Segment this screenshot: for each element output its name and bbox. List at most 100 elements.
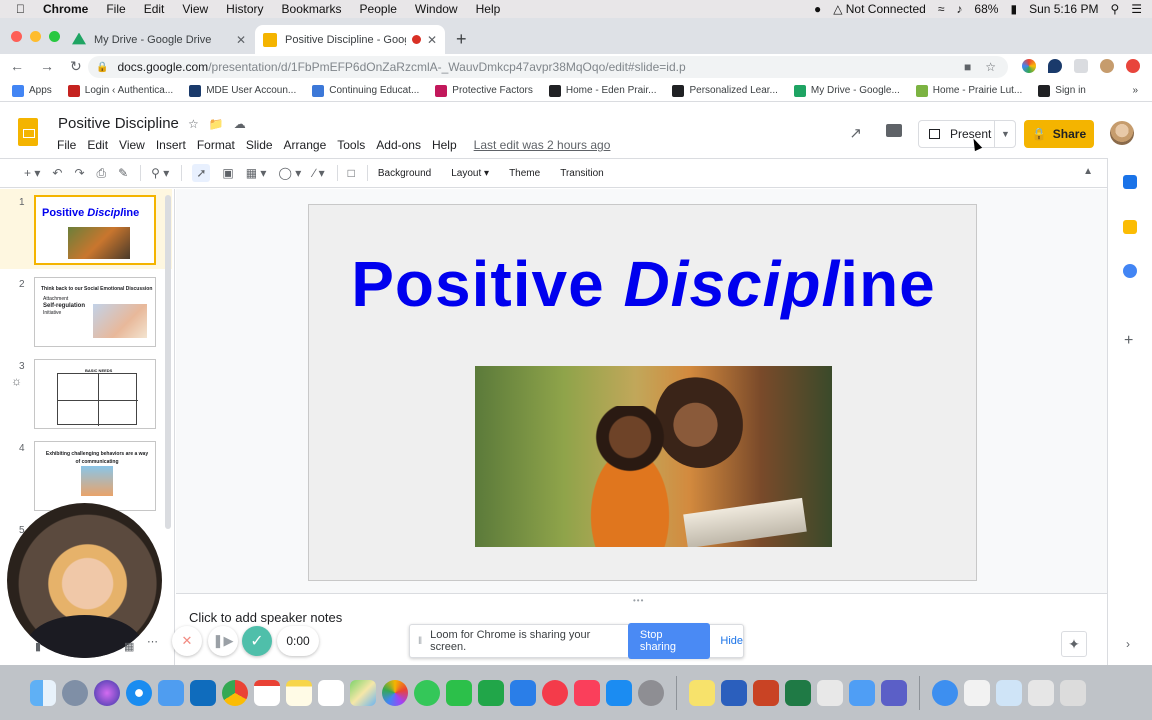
- comments-icon[interactable]: [886, 124, 902, 137]
- screenshot-folder-icon[interactable]: [996, 679, 1022, 706]
- menubar-app-name[interactable]: Chrome: [43, 2, 88, 16]
- music-icon[interactable]: [574, 679, 600, 706]
- menu-format[interactable]: Format: [197, 138, 235, 152]
- menubar-help[interactable]: Help: [476, 2, 501, 16]
- notes-resize-handle[interactable]: •••: [633, 596, 644, 605]
- last-edit-link[interactable]: Last edit was 2 hours ago: [474, 138, 611, 152]
- menubar-edit[interactable]: Edit: [144, 2, 165, 16]
- bookmark-star-icon[interactable]: ☆: [985, 60, 996, 74]
- safari-icon[interactable]: [126, 679, 152, 706]
- reload-icon[interactable]: ↻: [70, 58, 82, 75]
- bookmark-continuing-education[interactable]: Continuing Educat...: [312, 84, 419, 97]
- menubar-window[interactable]: Window: [415, 2, 458, 16]
- calendar-icon[interactable]: [1123, 175, 1137, 189]
- activity-dashboard-icon[interactable]: ↗: [849, 124, 862, 142]
- close-tab-icon[interactable]: ✕: [427, 33, 437, 47]
- notes-app-icon[interactable]: [286, 679, 312, 706]
- camera-icon[interactable]: ■: [964, 60, 971, 74]
- tab-positive-discipline[interactable]: Positive Discipline - Google ✕: [255, 25, 445, 54]
- redo-icon[interactable]: ↷: [74, 166, 84, 180]
- print-icon[interactable]: ⎙: [97, 166, 107, 181]
- loom-finish-check-button[interactable]: ✓: [242, 626, 272, 656]
- extension-color-wheel-icon[interactable]: [1022, 59, 1036, 73]
- slide-thumbnail-3[interactable]: 3 BASIC NEEDS: [0, 353, 172, 433]
- stop-sharing-button[interactable]: Stop sharing: [627, 623, 711, 659]
- system-preferences-icon[interactable]: [638, 679, 664, 706]
- loom-more-options-icon[interactable]: ⋯: [147, 635, 158, 648]
- wifi-icon[interactable]: ≈: [938, 2, 945, 16]
- facetime-icon[interactable]: [446, 679, 472, 706]
- photos-icon[interactable]: [382, 679, 408, 706]
- extension-grid-icon[interactable]: [1074, 59, 1088, 73]
- star-icon[interactable]: ☆: [188, 117, 199, 131]
- get-add-ons-plus-icon[interactable]: +: [1124, 332, 1133, 350]
- bookmark-login[interactable]: Login ‹ Authentica...: [67, 84, 173, 97]
- network-globe-icon[interactable]: [932, 679, 958, 706]
- paint-format-icon[interactable]: ✎: [118, 166, 128, 180]
- grid-view-icon[interactable]: ▦: [124, 640, 134, 653]
- document-title[interactable]: Positive Discipline: [58, 115, 179, 132]
- menu-arrange[interactable]: Arrange: [284, 138, 327, 152]
- transition-button[interactable]: Transition: [560, 168, 604, 179]
- bookmarks-overflow-icon[interactable]: »: [1132, 85, 1138, 96]
- keynote-icon[interactable]: [510, 679, 536, 706]
- menubar-view[interactable]: View: [182, 2, 208, 16]
- select-tool-icon[interactable]: ➚: [192, 164, 211, 182]
- menubar-people[interactable]: People: [360, 2, 397, 16]
- forward-icon[interactable]: →: [40, 58, 54, 75]
- control-center-icon[interactable]: ☰: [1131, 2, 1142, 16]
- insert-image-icon[interactable]: ▦ ▾: [246, 166, 267, 180]
- menu-file[interactable]: File: [57, 138, 76, 152]
- bookmark-protective-factors[interactable]: Protective Factors: [435, 84, 533, 97]
- siri-icon[interactable]: [94, 679, 120, 706]
- new-slide-button[interactable]: + ▾: [24, 166, 40, 180]
- minimize-window-button[interactable]: [30, 31, 41, 42]
- profile-avatar-icon[interactable]: [1100, 59, 1114, 73]
- address-bar[interactable]: 🔒 docs.google.com/presentation/d/1FbPmEF…: [88, 56, 1008, 78]
- document-stack-icon[interactable]: [964, 679, 990, 706]
- account-avatar[interactable]: [1110, 121, 1134, 145]
- word-icon[interactable]: [721, 679, 747, 706]
- undo-icon[interactable]: ↶: [52, 166, 62, 180]
- app-store-icon[interactable]: [606, 679, 632, 706]
- drag-handle-icon[interactable]: ‖: [418, 636, 422, 647]
- explore-icon[interactable]: ✦: [1061, 631, 1087, 657]
- loom-pause-button[interactable]: ❚▶: [208, 626, 238, 656]
- menubar-bookmarks[interactable]: Bookmarks: [282, 2, 342, 16]
- bookmark-mde[interactable]: MDE User Accoun...: [189, 84, 296, 97]
- slide-photo[interactable]: [475, 366, 832, 547]
- cloud-saved-icon[interactable]: ☁: [234, 117, 246, 131]
- slide-thumbnail-2[interactable]: 2 Think back to our Social Emotional Dis…: [0, 271, 172, 351]
- menu-tools[interactable]: Tools: [337, 138, 365, 152]
- hide-menus-chevron-up-icon[interactable]: ▲: [1083, 166, 1093, 177]
- preview-icon[interactable]: [817, 679, 843, 706]
- reminders-icon[interactable]: [318, 679, 344, 706]
- menubar-file[interactable]: File: [106, 2, 125, 16]
- close-window-button[interactable]: [11, 31, 22, 42]
- background-button[interactable]: Background: [378, 168, 431, 179]
- menu-edit[interactable]: Edit: [87, 138, 108, 152]
- bookmark-personalized-learning[interactable]: Personalized Lear...: [672, 84, 778, 97]
- teams-icon[interactable]: [881, 679, 907, 706]
- bookmark-apps[interactable]: Apps: [12, 84, 52, 97]
- speaker-notes-toggle-icon[interactable]: ☼: [11, 374, 22, 388]
- trash-icon[interactable]: [1060, 679, 1086, 706]
- insert-comment-icon[interactable]: □: [348, 166, 355, 180]
- slide-title[interactable]: Positive Discipline: [309, 247, 978, 321]
- google-slides-logo-icon[interactable]: [18, 118, 38, 146]
- hide-button[interactable]: Hide: [720, 635, 743, 647]
- loom-webcam-bubble[interactable]: [7, 503, 162, 658]
- menubar-history[interactable]: History: [226, 2, 263, 16]
- theme-button[interactable]: Theme: [509, 168, 540, 179]
- tab-my-drive[interactable]: My Drive - Google Drive ✕: [64, 25, 254, 54]
- maximize-window-button[interactable]: [49, 31, 60, 42]
- finder-icon[interactable]: [30, 679, 56, 706]
- expand-panel-chevron-icon[interactable]: ›: [1126, 637, 1130, 651]
- numbers-icon[interactable]: [478, 679, 504, 706]
- stickies-icon[interactable]: [689, 679, 715, 706]
- excel-icon[interactable]: [785, 679, 811, 706]
- downloads-folder-icon[interactable]: [1028, 679, 1054, 706]
- microphone-icon[interactable]: ●: [814, 2, 821, 16]
- new-tab-button[interactable]: +: [456, 29, 467, 50]
- menu-help[interactable]: Help: [432, 138, 457, 152]
